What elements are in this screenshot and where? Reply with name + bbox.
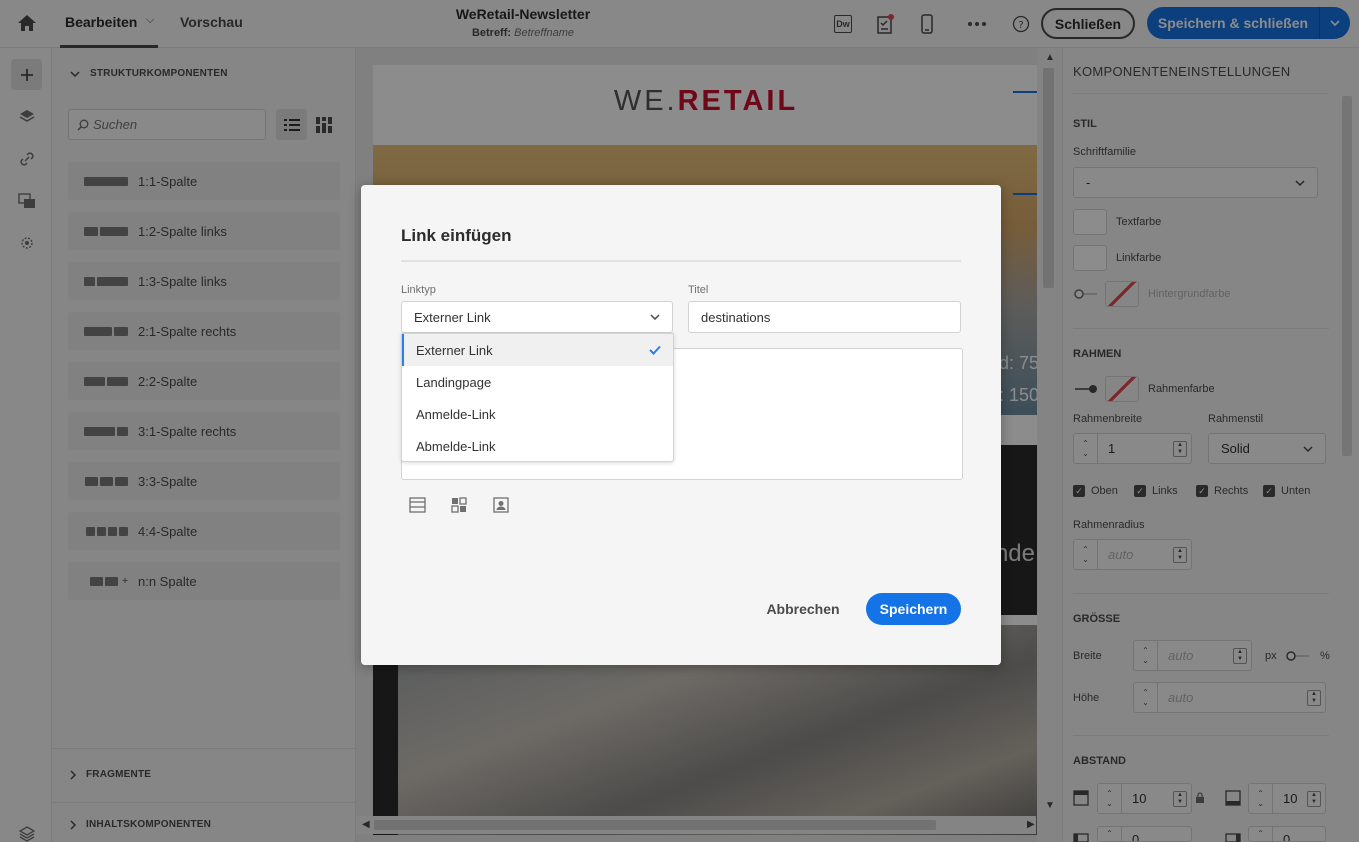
- linktype-option-unsubscribe[interactable]: Abmelde-Link: [402, 430, 673, 462]
- linktype-option-landingpage[interactable]: Landingpage: [402, 366, 673, 398]
- linktype-option-subscribe[interactable]: Anmelde-Link: [402, 398, 673, 430]
- dialog-title: Link einfügen: [401, 226, 512, 245]
- insert-link-dialog: Link einfügen Linktyp Titel Externer Lin…: [361, 185, 1001, 665]
- option-label: Landingpage: [416, 374, 492, 390]
- linktype-dropdown-menu: Externer Link Landingpage Anmelde-Link A…: [401, 333, 674, 462]
- linktype-option-external[interactable]: Externer Link: [402, 334, 673, 366]
- user-card-icon: [493, 497, 509, 513]
- layout-icon: [408, 497, 426, 513]
- grid-icon: [451, 497, 467, 513]
- option-label: Abmelde-Link: [416, 438, 496, 454]
- linktype-label: Linktyp: [401, 284, 436, 296]
- title-label: Titel: [688, 284, 709, 296]
- insert-personalization-button[interactable]: [491, 495, 511, 515]
- insert-content-button[interactable]: [407, 495, 427, 515]
- option-label: Anmelde-Link: [416, 406, 496, 422]
- linktype-value: Externer Link: [414, 309, 491, 325]
- insert-grid-button[interactable]: [449, 495, 469, 515]
- chevron-down-icon: [650, 314, 660, 320]
- checkmark-icon: [649, 345, 661, 355]
- title-input[interactable]: [688, 301, 961, 333]
- divider: [401, 260, 961, 262]
- option-label: Externer Link: [416, 342, 493, 358]
- cancel-button[interactable]: Abbrechen: [761, 594, 845, 624]
- linktype-select[interactable]: Externer Link: [401, 301, 673, 333]
- save-button[interactable]: Speichern: [866, 593, 961, 625]
